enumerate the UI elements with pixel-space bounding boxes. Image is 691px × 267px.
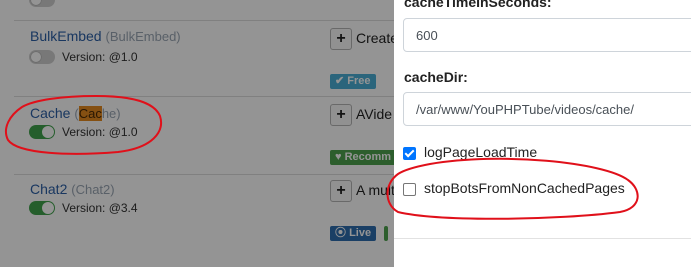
panel-divider: [394, 238, 691, 239]
cache-dir-label: cacheDir:: [404, 69, 468, 85]
stop-bots-checkbox[interactable]: [403, 183, 416, 196]
modal-backdrop[interactable]: [0, 0, 394, 267]
plugin-settings-panel: cacheTimeInSeconds: cacheDir: logPageLoa…: [394, 0, 691, 267]
log-page-load-label[interactable]: logPageLoadTime: [424, 144, 537, 160]
cache-time-input[interactable]: [403, 18, 691, 52]
cache-dir-input[interactable]: [403, 92, 691, 126]
cache-time-label: cacheTimeInSeconds:: [404, 0, 552, 10]
log-page-load-checkbox[interactable]: [403, 147, 416, 160]
stop-bots-label[interactable]: stopBotsFromNonCachedPages: [424, 180, 625, 196]
